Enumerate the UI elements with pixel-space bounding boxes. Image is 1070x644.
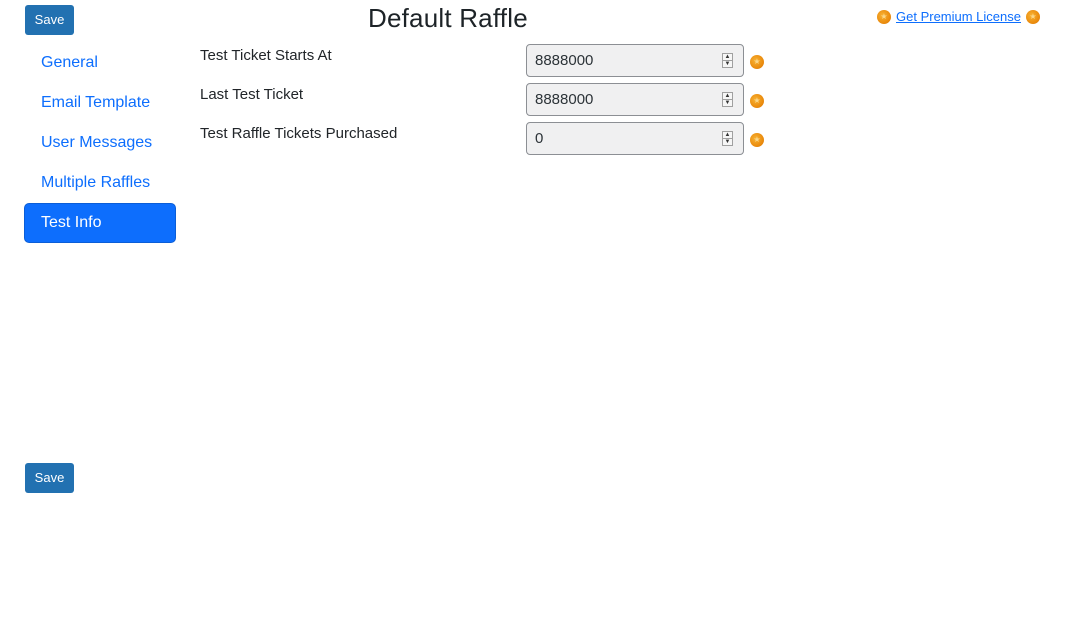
spin-down-icon[interactable]: ▼	[723, 100, 732, 106]
premium-star-icon	[877, 9, 891, 24]
save-button-bottom[interactable]: Save	[25, 463, 74, 493]
spin-down-icon[interactable]: ▼	[723, 139, 732, 145]
test-raffle-tickets-purchased-field: ▲ ▼	[526, 122, 744, 155]
sidebar-item-user-messages[interactable]: User Messages	[24, 123, 176, 163]
premium-star-icon	[750, 94, 764, 108]
premium-star-icon	[750, 133, 764, 147]
last-test-ticket-input[interactable]	[527, 91, 715, 108]
test-ticket-starts-at-label: Test Ticket Starts At	[200, 47, 332, 64]
test-ticket-starts-at-input[interactable]	[527, 52, 715, 69]
page-title: Default Raffle	[368, 3, 528, 33]
sidebar-item-test-info[interactable]: Test Info	[24, 203, 176, 243]
sidebar-item-multiple-raffles[interactable]: Multiple Raffles	[24, 163, 176, 203]
number-spinner[interactable]: ▲ ▼	[722, 53, 733, 68]
get-premium-license-link[interactable]: Get Premium License	[896, 9, 1021, 24]
number-spinner[interactable]: ▲ ▼	[722, 131, 733, 146]
premium-license: Get Premium License	[877, 9, 1040, 24]
premium-star-icon	[750, 55, 764, 69]
number-spinner[interactable]: ▲ ▼	[722, 92, 733, 107]
save-button-top[interactable]: Save	[25, 5, 74, 35]
settings-nav: General Email Template User Messages Mul…	[24, 43, 176, 243]
spin-down-icon[interactable]: ▼	[723, 61, 732, 67]
last-test-ticket-field: ▲ ▼	[526, 83, 744, 116]
sidebar-item-email-template[interactable]: Email Template	[24, 83, 176, 123]
test-raffle-tickets-purchased-input[interactable]	[527, 130, 715, 147]
spin-up-icon[interactable]: ▲	[723, 54, 732, 61]
last-test-ticket-label: Last Test Ticket	[200, 86, 304, 103]
spin-up-icon[interactable]: ▲	[723, 93, 732, 100]
test-raffle-tickets-purchased-label: Test Raffle Tickets Purchased	[200, 125, 398, 142]
premium-star-icon	[1026, 9, 1040, 24]
test-ticket-starts-at-field: ▲ ▼	[526, 44, 744, 77]
spin-up-icon[interactable]: ▲	[723, 132, 732, 139]
sidebar-item-general[interactable]: General	[24, 43, 176, 83]
